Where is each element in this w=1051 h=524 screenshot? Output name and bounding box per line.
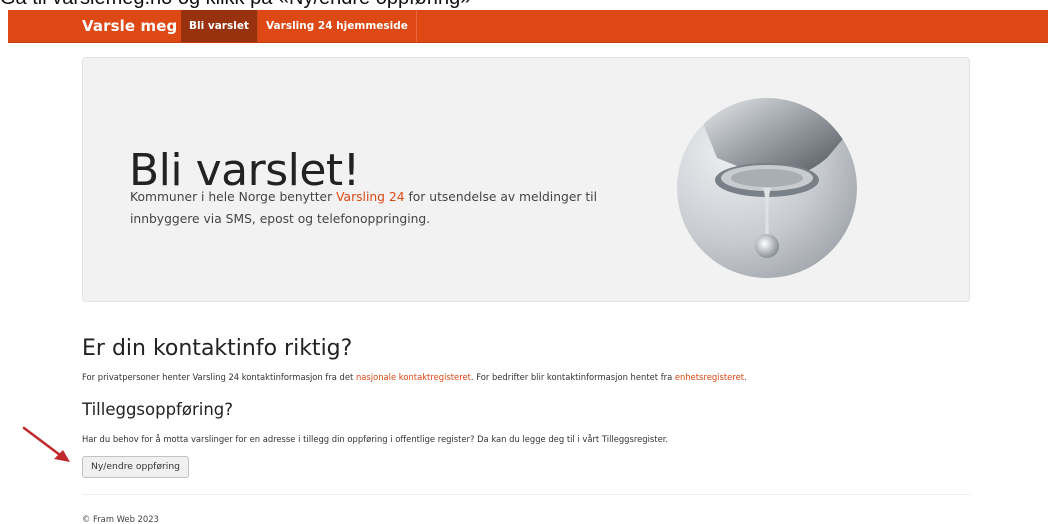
top-navbar: Varsle meg Bli varslet Varsling 24 hjemm… <box>8 10 1048 43</box>
hero-panel: Bli varslet! Kommuner i hele Norge benyt… <box>82 57 970 302</box>
supplement-text: Har du behov for å motta varslinger for … <box>82 434 669 444</box>
contact-info-text: For privatpersoner henter Varsling 24 ko… <box>82 372 747 382</box>
faucet-image <box>677 98 857 278</box>
faucet-illustration <box>697 98 852 258</box>
annotation-arrow-icon <box>22 426 70 462</box>
instruction-caption: Gå til varslemeg.no og klikk på «Ny/endr… <box>0 0 1051 9</box>
supplement-heading: Tilleggsoppføring? <box>82 400 234 419</box>
nav-tab-bli-varslet[interactable]: Bli varslet <box>181 10 258 42</box>
brand-link[interactable]: Varsle meg <box>82 10 177 42</box>
footer-divider <box>82 494 970 495</box>
hero-description: Kommuner i hele Norge benytter Varsling … <box>130 190 598 226</box>
varsling24-link[interactable]: Varsling 24 <box>336 190 404 204</box>
national-contact-register-link[interactable]: nasjonale kontaktregisteret <box>356 372 471 382</box>
contact-info-heading: Er din kontaktinfo riktig? <box>82 336 353 361</box>
entity-register-link[interactable]: enhetsregisteret <box>675 372 744 382</box>
nav-tab-varsling24-homepage[interactable]: Varsling 24 hjemmeside <box>258 10 417 42</box>
new-edit-entry-button[interactable]: Ny/endre oppføring <box>82 456 189 478</box>
